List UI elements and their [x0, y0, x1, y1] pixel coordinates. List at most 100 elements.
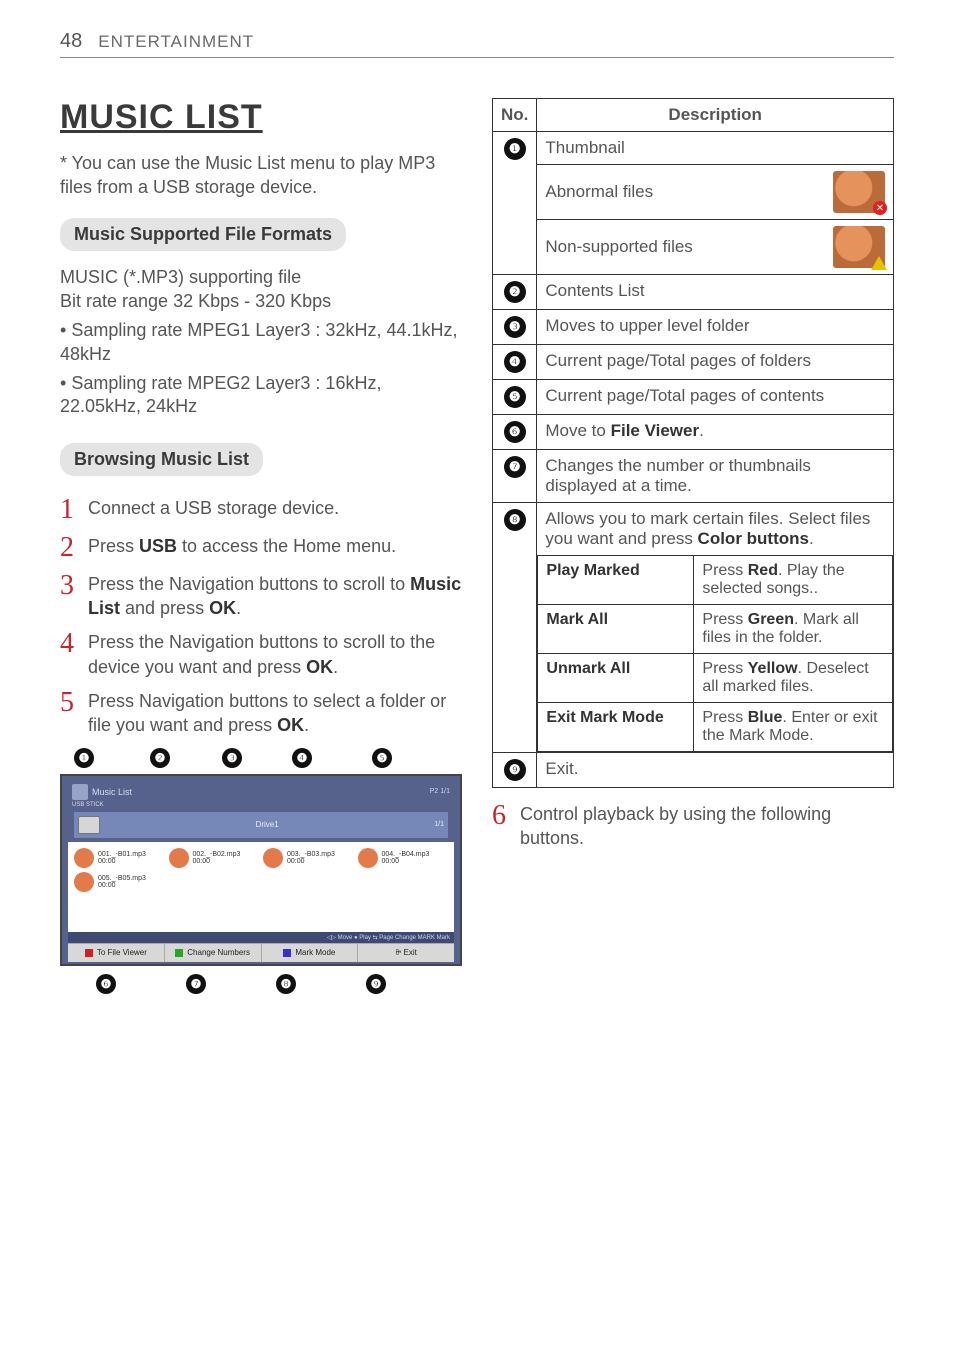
- row-9-desc: Exit.: [537, 753, 894, 788]
- abnormal-file-icon: ✕: [833, 171, 885, 213]
- ui-drive-label: Drive1: [106, 820, 428, 829]
- row-num-9: ❾: [504, 759, 526, 781]
- format-line-2: Bit rate range 32 Kbps - 320 Kbps: [60, 289, 462, 313]
- step-5-ok: OK: [277, 715, 304, 735]
- row-2-desc: Contents List: [537, 275, 894, 310]
- row-num-7: ❼: [504, 456, 526, 478]
- ui-page-top: P2 1/1: [430, 788, 450, 795]
- blue-square-icon: [283, 949, 291, 957]
- step-3: 3 Press the Navigation buttons to scroll…: [60, 572, 462, 621]
- sub-exit-mode-desc: Press Blue. Enter or exit the Mark Mode.: [694, 703, 893, 752]
- ui-btn-mark-mode: Mark Mode: [262, 944, 359, 962]
- format-support-text: MUSIC (*.MP3) supporting file Bit rate r…: [60, 265, 462, 419]
- ui-btn-label: To File Viewer: [97, 948, 147, 957]
- step-number-2: 2: [60, 534, 82, 562]
- ui-page-corner: 1/1: [434, 821, 444, 828]
- row-8-desc: Allows you to mark certain files. Select…: [537, 503, 894, 556]
- step-3-text-e: .: [236, 598, 241, 618]
- color-buttons-subtable: Play Marked Press Red. Play the selected…: [537, 556, 893, 752]
- step-4: 4 Press the Navigation buttons to scroll…: [60, 630, 462, 679]
- ui-drive-bar: Drive1 1/1: [74, 812, 448, 838]
- sub-exit-mode: Exit Mark Mode: [546, 709, 663, 726]
- step-4-text-c: .: [333, 657, 338, 677]
- format-bullet-1: Sampling rate MPEG1 Layer3 : 32kHz, 44.1…: [60, 319, 462, 366]
- ui-btn-file-viewer: To File Viewer: [68, 944, 165, 962]
- callout-9: ❾: [366, 974, 386, 994]
- step-number-5: 5: [60, 689, 82, 738]
- file-name: 005._-B05.mp3: [98, 875, 146, 882]
- file-duration: 00:00: [98, 858, 116, 865]
- sub-mark-all-desc: Press Green. Mark all files in the folde…: [694, 605, 893, 654]
- step-1: 1 Connect a USB storage device.: [60, 496, 462, 524]
- red-square-icon: [85, 949, 93, 957]
- row-5-desc: Current page/Total pages of contents: [537, 380, 894, 415]
- intro-text: * You can use the Music List menu to pla…: [60, 151, 462, 200]
- callout-2: ❷: [150, 748, 170, 768]
- list-item: 004._-B04.mp300:00: [358, 848, 449, 868]
- music-file-icon: [358, 848, 378, 868]
- table-header-desc: Description: [537, 99, 894, 132]
- format-line-1: MUSIC (*.MP3) supporting file: [60, 265, 462, 289]
- step-3-text-c: and press: [120, 598, 209, 618]
- file-name: 002._-B02.mp3: [193, 851, 241, 858]
- sub-play-marked-desc: Press Red. Play the selected songs..: [694, 556, 893, 605]
- step-2: 2 Press USB to access the Home menu.: [60, 534, 462, 562]
- callout-1: ❶: [74, 748, 94, 768]
- ui-window: Music List P2 1/1 USB STICK Drive1 1/1 0…: [60, 774, 462, 966]
- page-header: 48 ENTERTAINMENT: [60, 30, 894, 53]
- step-number-6: 6: [492, 802, 514, 851]
- step-6-text: Control playback by using the following …: [520, 802, 894, 851]
- sub-play-marked: Play Marked: [546, 562, 639, 579]
- folder-icon: [78, 816, 100, 834]
- step-5-text-c: .: [304, 715, 309, 735]
- section-heading-browsing: Browsing Music List: [60, 443, 263, 476]
- section-heading-formats: Music Supported File Formats: [60, 218, 346, 251]
- green-square-icon: [175, 949, 183, 957]
- step-5-text-a: Press Navigation buttons to select a fol…: [88, 691, 446, 735]
- ui-preview: ❶ ❷ ❸ ❹ ❺ Music List P2 1/1 USB STICK Dr…: [60, 748, 462, 998]
- list-item: 003._-B03.mp300:00: [263, 848, 354, 868]
- music-file-icon: [169, 848, 189, 868]
- row-7-desc: Changes the number or thumbnails display…: [537, 450, 894, 503]
- callout-7: ❼: [186, 974, 206, 994]
- file-duration: 00:00: [98, 882, 116, 889]
- ui-btn-label: Mark Mode: [295, 948, 335, 957]
- step-2-text-a: Press: [88, 536, 139, 556]
- list-item: 005._-B05.mp300:00: [74, 872, 165, 892]
- running-header: ENTERTAINMENT: [98, 32, 254, 52]
- ui-thumbs-area: 001._-B01.mp300:00 002._-B02.mp300:00 00…: [68, 842, 454, 932]
- music-file-icon: [74, 848, 94, 868]
- page-number: 48: [60, 30, 82, 53]
- file-name: 003._-B03.mp3: [287, 851, 335, 858]
- row-num-4: ❹: [504, 351, 526, 373]
- description-table: No. Description ❶ Thumbnail Abnormal fil…: [492, 98, 894, 788]
- warning-badge-icon: [871, 256, 887, 270]
- row-1-abnormal: Abnormal files: [545, 182, 653, 202]
- ui-btn-change-numbers: Change Numbers: [165, 944, 262, 962]
- file-name: 001._-B01.mp3: [98, 851, 146, 858]
- format-bullet-2: Sampling rate MPEG2 Layer3 : 16kHz, 22.0…: [60, 372, 462, 419]
- sub-unmark-all: Unmark All: [546, 660, 630, 677]
- page-title: MUSIC LIST: [60, 98, 462, 137]
- ui-title: Music List: [92, 787, 132, 797]
- music-file-icon: [263, 848, 283, 868]
- step-number-1: 1: [60, 496, 82, 524]
- file-name: 004._-B04.mp3: [382, 851, 430, 858]
- row-1-thumbnail: Thumbnail: [537, 132, 894, 165]
- list-item: 001._-B01.mp300:00: [74, 848, 165, 868]
- step-4-text-a: Press the Navigation buttons to scroll t…: [88, 632, 435, 676]
- step-number-3: 3: [60, 572, 82, 621]
- music-icon: [72, 784, 88, 800]
- callout-8: ❽: [276, 974, 296, 994]
- row-4-desc: Current page/Total pages of folders: [537, 345, 894, 380]
- step-4-ok: OK: [306, 657, 333, 677]
- row-num-1: ❶: [504, 138, 526, 160]
- step-6: 6 Control playback by using the followin…: [492, 802, 894, 851]
- ui-footer-hints: ◁▷ Move ● Play ⇆ Page Change MARK Mark: [68, 932, 454, 943]
- file-duration: 00:00: [382, 858, 400, 865]
- error-badge-icon: ✕: [873, 201, 887, 215]
- row-3-desc: Moves to upper level folder: [537, 310, 894, 345]
- step-2-usb: USB: [139, 536, 177, 556]
- file-duration: 00:00: [287, 858, 305, 865]
- row-num-8: ❽: [504, 509, 526, 531]
